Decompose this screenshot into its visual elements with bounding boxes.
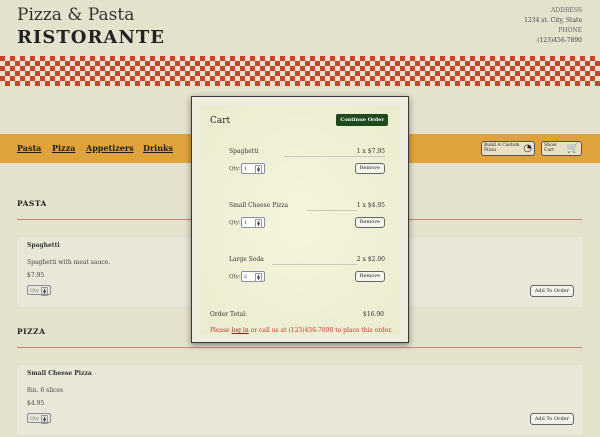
nav-item-pizza[interactable]: Pizza [52,143,75,153]
show-cart-button[interactable]: Show Cart 🛒 [541,141,582,156]
order-total-value: $16.90 [363,311,384,318]
address-value: 1234 st. City, State [524,17,582,24]
cart-item-price: 1 x $4.95 [356,202,385,209]
menu-item-name: Spaghetti [27,242,60,249]
build-pizza-button[interactable]: Build A Custom Pizza ◔ [481,141,535,156]
cart-item-price: 2 x $2.00 [356,256,385,263]
spinner-icon[interactable]: ▲ ▼ [255,219,262,228]
cart-quantity-value: 1 [244,220,248,226]
cart-item-price: 1 x $7.95 [356,148,385,155]
qty-label: Qty: [229,274,241,280]
show-cart-label: Show Cart [544,143,557,153]
order-note-prefix: Please [210,327,230,334]
brand-name-line2: RISTORANTE [17,27,165,48]
cart-item: Spaghetti 1 x $7.95 Qty: 1 ▲ ▼ Remove [227,148,385,184]
menu-item-name: Small Cheese Pizza [27,370,92,377]
checkered-banner [0,56,600,86]
phone-value: (123)456-7890 [537,37,582,44]
nav-item-drinks[interactable]: Drinks [143,143,173,153]
spinner-icon[interactable]: ▲ ▼ [255,273,262,282]
item-divider [284,156,385,157]
remove-button[interactable]: Remove [354,271,385,282]
quantity-input[interactable]: Qty ▲ ▼ [27,285,51,296]
cart-quantity-input[interactable]: 2 ▲ ▼ [241,271,265,282]
nav-item-appetizers[interactable]: Appetizers [86,143,134,153]
cart-title: Cart [210,116,231,126]
order-note-suffix: or call us at (123)456-7890 to place thi… [250,327,393,334]
section-divider [17,347,582,348]
cart-panel: Cart Continue Order Spaghetti 1 x $7.95 … [200,105,400,335]
menu-item-description: 8in. 6 slices [27,387,64,394]
section-title-pasta: PASTA [17,199,47,208]
quantity-placeholder: Qty [30,416,39,422]
cart-quantity-value: 1 [244,166,248,172]
pizza-slice-icon: ◔ [523,143,532,154]
remove-button[interactable]: Remove [354,163,385,174]
menu-item-price: $7.95 [27,272,45,279]
qty-label: Qty: [229,166,241,172]
menu-item-description: Spaghetti with meat sauce. [27,259,111,266]
quantity-input[interactable]: Qty ▲ ▼ [27,413,51,424]
cart-item: Large Soda 2 x $2.00 Qty: 2 ▲ ▼ Remove [227,256,385,292]
contact-info: ADDRESS 1234 st. City, State PHONE (123)… [524,6,582,46]
section-title-pizza: PIZZA [17,327,46,336]
spinner-icon[interactable]: ▲ ▼ [255,165,262,174]
qty-label: Qty: [229,220,241,226]
add-to-order-button[interactable]: Add To Order [529,413,574,425]
spinner-icon[interactable]: ▲ ▼ [41,287,48,296]
spinner-icon[interactable]: ▲ ▼ [41,415,48,424]
continue-order-button[interactable]: Continue Order [336,114,388,126]
menu-item-card: Small Cheese Pizza 8in. 6 slices $4.95 Q… [17,365,582,435]
remove-button[interactable]: Remove [354,217,385,228]
item-divider [272,264,357,265]
cart-item-name: Small Cheese Pizza [229,202,289,209]
cart-item-name: Large Soda [229,256,264,263]
address-label: ADDRESS [551,7,582,14]
order-note: Please log in or call us at (123)456-789… [210,327,393,334]
order-total-label: Order Total: [210,311,248,318]
cart-quantity-input[interactable]: 1 ▲ ▼ [241,217,265,228]
cart-item: Small Cheese Pizza 1 x $4.95 Qty: 1 ▲ ▼ R… [227,202,385,238]
cart-icon: 🛒 [566,143,579,154]
build-pizza-label: Build A Custom Pizza [484,143,520,153]
quantity-placeholder: Qty [30,288,39,294]
cart-quantity-input[interactable]: 1 ▲ ▼ [241,163,265,174]
brand-name-line1: Pizza & Pasta [17,5,135,25]
cart-item-name: Spaghetti [229,148,259,155]
phone-label: PHONE [558,27,582,34]
add-to-order-button[interactable]: Add To Order [529,285,574,297]
site-header: Pizza & Pasta RISTORANTE ADDRESS 1234 st… [0,0,600,56]
nav-item-pasta[interactable]: Pasta [17,143,41,153]
menu-item-price: $4.95 [27,400,45,407]
item-divider [307,210,357,211]
cart-quantity-value: 2 [244,274,248,280]
cart-modal: Cart Continue Order Spaghetti 1 x $7.95 … [191,96,409,343]
login-link[interactable]: log in [232,327,249,334]
